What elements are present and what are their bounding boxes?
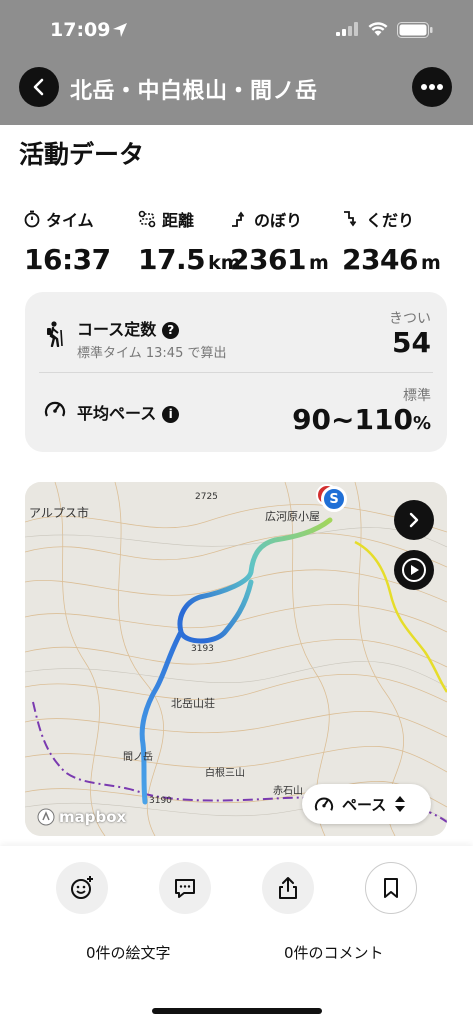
home-indicator — [152, 1008, 322, 1014]
activity-stats: タイム 16:37 距離 17.5 km のぼり 2361 m くだり 2346 m — [24, 207, 454, 277]
bookmark-button[interactable] — [365, 862, 417, 914]
map-label-mountain: 赤石山 — [273, 786, 303, 797]
pace-toggle-label: ペース — [342, 795, 387, 814]
stat-time: タイム 16:37 — [24, 207, 111, 276]
average-pace-number: 90~110 — [292, 403, 413, 436]
comment-count[interactable]: 0件のコメント — [284, 942, 384, 963]
stat-time-value: 16:37 — [24, 243, 111, 276]
map-label-elevation-3: 3190 — [149, 796, 172, 806]
pace-toggle-button[interactable]: ペース — [302, 784, 431, 824]
comment-button[interactable] — [159, 862, 211, 914]
topographic-map — [25, 482, 447, 836]
section-title: 活動データ — [19, 140, 145, 169]
stat-ascent-label: のぼり — [254, 211, 303, 230]
mapbox-attribution[interactable]: mapbox — [37, 808, 126, 826]
more-options-button[interactable] — [412, 67, 452, 107]
map-expand-button[interactable] — [394, 500, 434, 540]
stat-distance-value: 17.5 — [138, 243, 206, 276]
course-constant-label: コース定数? — [77, 316, 180, 340]
map-label-peak: 間ノ岳 — [123, 752, 153, 763]
map-label-elevation-1: 2725 — [195, 492, 218, 502]
stat-descent-unit: m — [420, 252, 441, 274]
stat-descent-label: くだり — [366, 211, 415, 230]
stat-distance-label: 距離 — [162, 211, 195, 230]
comment-icon — [175, 879, 195, 898]
ascent-icon — [232, 211, 245, 227]
share-icon — [279, 877, 297, 899]
share-button[interactable] — [262, 862, 314, 914]
location-arrow-icon — [113, 23, 127, 37]
map-label-elevation-2: 3193 — [191, 644, 214, 654]
header-bar: 17:09 北岳・中白根山・間ノ岳 — [0, 0, 473, 125]
reaction-bar: 0件の絵文字 0件のコメント — [0, 846, 473, 1024]
start-marker: S — [321, 486, 347, 512]
info-icon[interactable]: i — [162, 405, 180, 423]
course-constant-value: 54 — [392, 326, 431, 359]
emoji-count[interactable]: 0件の絵文字 — [86, 942, 171, 963]
stat-descent: くだり 2346 m — [342, 207, 441, 276]
wifi-icon — [368, 22, 388, 36]
average-pace-label: 平均ペース i — [77, 400, 180, 424]
average-pace-unit: % — [412, 413, 431, 434]
stat-distance: 距離 17.5 km — [138, 207, 241, 276]
add-emoji-icon — [71, 876, 93, 899]
cellular-signal-icon — [336, 22, 358, 36]
average-pace-value: 90~110% — [292, 403, 431, 436]
course-constant-sub: 標準タイム 13:45 で算出 — [77, 346, 227, 361]
speedometer-icon — [44, 401, 66, 417]
map-label-city: アルプス市 — [29, 506, 89, 520]
speedometer-icon — [314, 797, 334, 811]
map-label-hut: 広河原小屋 — [265, 510, 320, 523]
stat-ascent-value: 2361 — [230, 243, 306, 276]
battery-icon — [397, 22, 433, 38]
ellipsis-icon — [421, 84, 443, 90]
card-divider — [39, 372, 433, 373]
course-constant-text: コース定数 — [77, 320, 157, 339]
mapbox-logo-icon — [37, 808, 55, 826]
play-circle-icon — [402, 558, 426, 582]
hiker-icon — [47, 321, 63, 347]
average-pace-text: 平均ペース — [77, 404, 157, 423]
stat-ascent: のぼり 2361 m — [230, 207, 329, 276]
pace-caption: 標準 — [403, 388, 431, 404]
stat-time-label: タイム — [46, 211, 94, 230]
route-map[interactable]: アルプス市 広河原小屋 北岳山荘 2725 3193 間ノ岳 白根三山 赤石山 … — [25, 482, 447, 836]
page-title: 北岳・中白根山・間ノ岳 — [70, 79, 318, 104]
stopwatch-icon — [24, 210, 40, 228]
mapbox-label: mapbox — [59, 808, 127, 826]
status-time: 17:09 — [50, 19, 111, 41]
emoji-reaction-button[interactable] — [56, 862, 108, 914]
map-play-button[interactable] — [394, 550, 434, 590]
chevron-left-icon — [33, 78, 44, 96]
descent-icon — [344, 211, 357, 227]
course-summary-card: コース定数? 標準タイム 13:45 で算出 きつい 54 平均ペース i 標準 … — [25, 292, 447, 452]
help-icon[interactable]: ? — [162, 321, 180, 339]
stat-ascent-unit: m — [308, 252, 329, 274]
stat-descent-value: 2346 — [342, 243, 418, 276]
map-label-lodge: 北岳山荘 — [171, 697, 215, 710]
sort-icon — [395, 796, 406, 812]
chevron-right-icon — [409, 512, 419, 528]
map-label-range: 白根三山 — [205, 768, 245, 779]
difficulty-caption: きつい — [389, 311, 431, 327]
bookmark-icon — [384, 878, 398, 898]
back-button[interactable] — [19, 67, 59, 107]
route-icon — [138, 210, 156, 228]
